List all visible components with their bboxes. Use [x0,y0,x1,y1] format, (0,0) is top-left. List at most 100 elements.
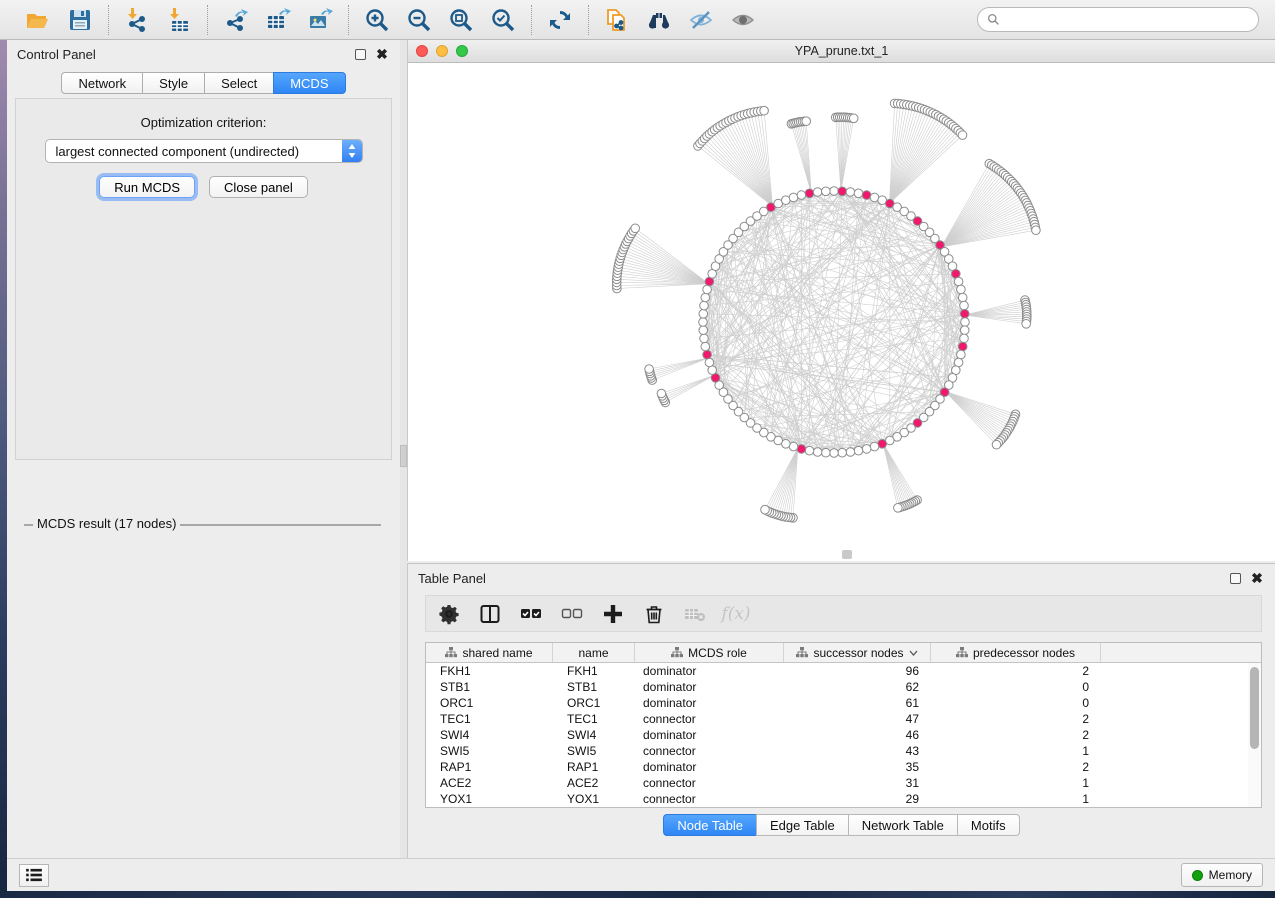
cell-MCDS-role[interactable]: dominator [635,759,784,775]
cell-MCDS-role[interactable]: dominator [635,695,784,711]
column-header-shared-name[interactable]: shared name [426,643,553,662]
criterion-select[interactable]: largest connected component (undirected) [45,139,363,163]
cell-predecessor-nodes[interactable]: 0 [931,679,1101,695]
cell-successor-nodes[interactable]: 62 [784,679,931,695]
open-file-icon[interactable] [24,6,52,34]
cell-name[interactable]: SWI5 [553,743,635,759]
cell-shared-name[interactable]: TEC1 [426,711,553,727]
tab-style[interactable]: Style [142,72,204,94]
cell-name[interactable]: ORC1 [553,695,635,711]
table-scrollbar[interactable] [1248,663,1261,807]
zoom-selected-icon[interactable] [489,6,517,34]
cell-shared-name[interactable]: RAP1 [426,759,553,775]
cell-name[interactable]: RAP1 [553,759,635,775]
panel-splitter[interactable] [400,40,407,858]
cell-name[interactable]: TEC1 [553,711,635,727]
run-mcds-button[interactable]: Run MCDS [99,176,195,198]
tab-select[interactable]: Select [204,72,273,94]
table-settings-icon[interactable] [438,603,460,625]
table-row[interactable]: YOX1YOX1connector291 [426,791,1261,807]
cell-name[interactable]: YOX1 [553,791,635,807]
refresh-icon[interactable] [546,6,574,34]
table-row[interactable]: SWI5SWI5connector431 [426,743,1261,759]
tab-node-table[interactable]: Node Table [663,814,756,836]
split-columns-icon[interactable] [479,603,501,625]
hide-unselected-icon[interactable] [687,6,715,34]
close-panel-button[interactable]: Close panel [209,176,308,198]
cell-successor-nodes[interactable]: 43 [784,743,931,759]
cell-successor-nodes[interactable]: 61 [784,695,931,711]
export-table-icon[interactable] [264,6,292,34]
search-box[interactable] [977,7,1259,32]
tab-edge-table[interactable]: Edge Table [756,814,848,836]
cell-predecessor-nodes[interactable]: 1 [931,743,1101,759]
table-row[interactable]: RAP1RAP1dominator352 [426,759,1261,775]
network-window-titlebar[interactable]: YPA_prune.txt_1 [408,40,1275,63]
cell-successor-nodes[interactable]: 35 [784,759,931,775]
cell-shared-name[interactable]: YOX1 [426,791,553,807]
cell-shared-name[interactable]: FKH1 [426,663,553,679]
cell-successor-nodes[interactable]: 46 [784,727,931,743]
column-header-MCDS-role[interactable]: MCDS role [635,643,784,662]
task-history-button[interactable] [19,864,49,887]
tab-network[interactable]: Network [61,72,142,94]
float-panel-icon[interactable] [355,49,366,60]
cell-successor-nodes[interactable]: 47 [784,711,931,727]
cell-successor-nodes[interactable]: 29 [784,791,931,807]
search-network-icon[interactable] [645,6,673,34]
column-header-predecessor-nodes[interactable]: predecessor nodes [931,643,1101,662]
cell-MCDS-role[interactable]: connector [635,775,784,791]
cell-predecessor-nodes[interactable]: 2 [931,727,1101,743]
cell-MCDS-role[interactable]: connector [635,743,784,759]
export-network-icon[interactable] [222,6,250,34]
cell-predecessor-nodes[interactable]: 2 [931,663,1101,679]
cell-successor-nodes[interactable]: 31 [784,775,931,791]
cell-shared-name[interactable]: SWI4 [426,727,553,743]
table-row[interactable]: ACE2ACE2connector311 [426,775,1261,791]
cell-shared-name[interactable]: ORC1 [426,695,553,711]
table-row[interactable]: FKH1FKH1dominator962 [426,663,1261,679]
close-panel-icon[interactable]: ✖ [374,46,390,62]
cell-name[interactable]: STB1 [553,679,635,695]
cell-predecessor-nodes[interactable]: 1 [931,775,1101,791]
window-close-icon[interactable] [416,45,428,57]
select-all-rows-icon[interactable] [520,603,542,625]
deselect-all-rows-icon[interactable] [561,603,583,625]
cell-MCDS-role[interactable]: connector [635,791,784,807]
column-header-name[interactable]: name [553,643,635,662]
save-session-icon[interactable] [66,6,94,34]
cell-predecessor-nodes[interactable]: 1 [931,791,1101,807]
cell-MCDS-role[interactable]: dominator [635,679,784,695]
close-panel-icon[interactable]: ✖ [1249,570,1265,586]
table-scrollbar-thumb[interactable] [1250,667,1259,749]
zoom-fit-icon[interactable] [447,6,475,34]
table-row[interactable]: STB1STB1dominator620 [426,679,1261,695]
zoom-out-icon[interactable] [405,6,433,34]
cell-name[interactable]: SWI4 [553,727,635,743]
tab-mcds[interactable]: MCDS [273,72,345,94]
cell-MCDS-role[interactable]: dominator [635,727,784,743]
cell-successor-nodes[interactable]: 96 [784,663,931,679]
window-zoom-icon[interactable] [456,45,468,57]
add-column-icon[interactable] [602,603,624,625]
tab-motifs[interactable]: Motifs [957,814,1020,836]
cell-shared-name[interactable]: ACE2 [426,775,553,791]
export-image-icon[interactable] [306,6,334,34]
cell-predecessor-nodes[interactable]: 0 [931,695,1101,711]
network-hscroll-thumb[interactable] [842,550,852,559]
cell-shared-name[interactable]: SWI5 [426,743,553,759]
search-input[interactable] [1005,13,1249,27]
table-row[interactable]: SWI4SWI4dominator462 [426,727,1261,743]
network-canvas[interactable] [408,63,1275,560]
duplicate-network-icon[interactable] [603,6,631,34]
show-all-icon[interactable] [729,6,757,34]
cell-name[interactable]: ACE2 [553,775,635,791]
tab-network-table[interactable]: Network Table [848,814,957,836]
window-minimize-icon[interactable] [436,45,448,57]
memory-button[interactable]: Memory [1181,863,1263,887]
float-panel-icon[interactable] [1230,573,1241,584]
import-table-icon[interactable] [165,6,193,34]
cell-predecessor-nodes[interactable]: 2 [931,711,1101,727]
column-header-successor-nodes[interactable]: successor nodes [784,643,931,662]
zoom-in-icon[interactable] [363,6,391,34]
